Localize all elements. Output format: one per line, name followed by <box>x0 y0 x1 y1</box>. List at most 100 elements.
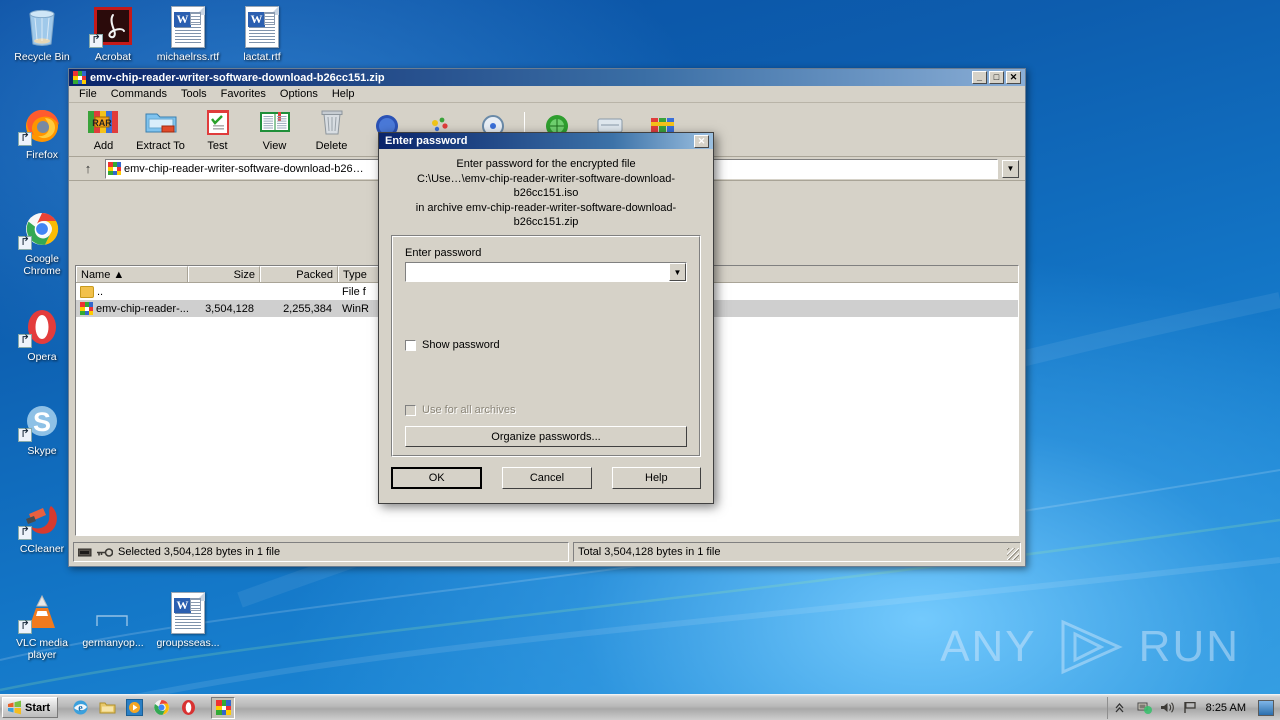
quick-launch-opera[interactable] <box>180 699 197 716</box>
desktop-icon-rtf-document[interactable]: W groupsseas... <box>152 592 224 650</box>
taskbar-winrar-button[interactable] <box>211 696 236 719</box>
system-tray[interactable]: 8:25 AM <box>1106 696 1280 719</box>
winrar-archive-icon <box>80 302 93 315</box>
address-dropdown-button[interactable]: ▼ <box>1002 159 1019 178</box>
column-header-size[interactable]: Size <box>188 266 260 282</box>
winrar-title-text: emv-chip-reader-writer-software-download… <box>90 71 385 84</box>
enter-password-dialog[interactable]: Enter password ✕ Enter password for the … <box>378 132 714 504</box>
password-dropdown-button[interactable]: ▼ <box>669 263 686 281</box>
password-input-text[interactable] <box>406 263 669 281</box>
cell-size: 3,504,128 <box>205 302 254 315</box>
toolbar-button-label: Test <box>207 140 228 152</box>
toolbar-button-label: Delete <box>315 140 348 152</box>
start-label: Start <box>25 701 51 714</box>
toolbar-button-test[interactable]: Test <box>189 107 246 152</box>
rtf-document-icon: W <box>164 6 212 50</box>
show-desktop-icon[interactable] <box>1258 699 1274 716</box>
dialog-message-line1: Enter password for the encrypted file <box>456 158 636 170</box>
dialog-close-button[interactable]: ✕ <box>694 134 709 148</box>
help-button[interactable]: Help <box>611 467 701 489</box>
action-flag-icon[interactable] <box>1183 701 1198 715</box>
show-password-checkbox-row[interactable]: Show password <box>405 339 687 351</box>
close-button[interactable]: ✕ <box>1006 71 1021 84</box>
quick-launch-bar[interactable]: e <box>72 699 197 716</box>
desktop-icon-label: michaelrss.rtf <box>156 51 220 63</box>
desktop-icon-label: germanyop... <box>82 637 144 649</box>
desktop-icon-acrobat[interactable]: Acrobat <box>77 6 149 64</box>
cancel-button[interactable]: Cancel <box>502 467 592 489</box>
minimize-button[interactable]: _ <box>972 71 987 84</box>
column-header-packed[interactable]: Packed <box>260 266 338 282</box>
menu-item-help[interactable]: Help <box>326 87 361 101</box>
desktop-icon-label: Acrobat <box>94 51 132 63</box>
toolbar-button-extract-to[interactable]: Extract To <box>132 107 189 152</box>
dialog-message-line2: C:\Use…\emv-chip-reader-writer-software-… <box>417 172 675 200</box>
key-icon <box>97 547 113 557</box>
use-for-all-archives-row: Use for all archives <box>405 404 687 416</box>
rtf-document-icon: W <box>238 6 286 50</box>
dialog-message-line3: in archive emv-chip-reader-writer-softwa… <box>415 201 677 229</box>
window-controls[interactable]: _ □ ✕ <box>972 71 1023 84</box>
toolbar-button-add[interactable]: RAR Add <box>75 107 132 152</box>
svg-text:e: e <box>78 703 83 714</box>
column-header-name[interactable]: Name ▲ <box>76 266 188 282</box>
quick-launch-media-player[interactable] <box>126 699 144 716</box>
winrar-title-bar[interactable]: emv-chip-reader-writer-software-download… <box>69 69 1025 86</box>
menu-item-tools[interactable]: Tools <box>175 87 213 101</box>
menu-item-options[interactable]: Options <box>274 87 324 101</box>
desktop-icon-generic-file[interactable]: germanyop... <box>77 592 149 650</box>
show-hidden-icons-chevron[interactable] <box>1114 701 1129 715</box>
desktop-icon-recycle-bin[interactable]: Recycle Bin <box>6 6 78 64</box>
menu-bar[interactable]: File Commands Tools Favorites Options Help <box>69 86 1025 103</box>
taskbar[interactable]: Start e 8:25 AM <box>0 694 1280 720</box>
view-book-icon <box>246 107 303 139</box>
desktop-icon-label: VLC media player <box>16 637 68 661</box>
quick-launch-chrome[interactable] <box>153 699 170 716</box>
watermark-run: RUN <box>1138 622 1240 671</box>
toolbar-button-delete[interactable]: Delete <box>303 107 360 152</box>
toolbar-button-label: Extract To <box>136 140 185 152</box>
start-button[interactable]: Start <box>2 697 59 718</box>
svg-text:S: S <box>33 407 51 437</box>
menu-item-file[interactable]: File <box>73 87 103 101</box>
cell-name: .. <box>76 285 188 298</box>
dialog-button-row[interactable]: OK Cancel Help <box>391 467 701 489</box>
opera-icon <box>18 306 66 350</box>
drive-icon <box>78 548 92 556</box>
show-password-checkbox[interactable] <box>405 339 416 351</box>
password-field-label: Enter password <box>405 247 482 259</box>
status-bar: Selected 3,504,128 bytes in 1 file Total… <box>73 542 1021 562</box>
cell-name: emv-chip-reader-... <box>76 302 188 315</box>
up-folder-icon[interactable]: ↑ <box>75 159 101 179</box>
menu-item-favorites[interactable]: Favorites <box>215 87 272 101</box>
organize-passwords-button[interactable]: Organize passwords... <box>405 426 687 447</box>
shortcut-overlay-icon <box>18 526 32 540</box>
desktop-icon-vlc[interactable]: VLC media player <box>6 592 78 661</box>
shortcut-overlay-icon <box>89 34 103 48</box>
resize-grip[interactable] <box>1007 548 1019 560</box>
status-right-panel: Total 3,504,128 bytes in 1 file <box>573 542 1021 562</box>
ok-button[interactable]: OK <box>391 467 483 489</box>
password-input[interactable]: ▼ <box>405 262 687 282</box>
dialog-message: Enter password for the encrypted file C:… <box>379 149 713 236</box>
menu-item-commands[interactable]: Commands <box>105 87 173 101</box>
archive-icon <box>108 162 121 175</box>
toolbar-button-label: Add <box>93 140 114 152</box>
desktop-icon-rtf-document[interactable]: W lactat.rtf <box>226 6 298 64</box>
desktop-icon-label: groupsseas... <box>156 637 220 649</box>
dialog-title-bar[interactable]: Enter password ✕ <box>379 133 713 149</box>
windows-logo-icon <box>8 700 21 715</box>
toolbar-button-view[interactable]: View <box>246 107 303 152</box>
status-right-text: Total 3,504,128 bytes in 1 file <box>578 546 721 558</box>
network-icon[interactable] <box>1137 701 1152 715</box>
desktop-icon-rtf-document[interactable]: W michaelrss.rtf <box>152 6 224 64</box>
quick-launch-explorer-folder[interactable] <box>99 699 116 716</box>
maximize-button[interactable]: □ <box>989 71 1004 84</box>
volume-icon[interactable] <box>1160 701 1175 715</box>
skype-icon: S <box>18 400 66 444</box>
quick-launch-internet-explorer[interactable]: e <box>72 699 89 716</box>
clock[interactable]: 8:25 AM <box>1206 702 1246 714</box>
status-left-text: Selected 3,504,128 bytes in 1 file <box>118 546 281 558</box>
recycle-bin-icon <box>18 6 66 50</box>
shortcut-overlay-icon <box>18 236 32 250</box>
